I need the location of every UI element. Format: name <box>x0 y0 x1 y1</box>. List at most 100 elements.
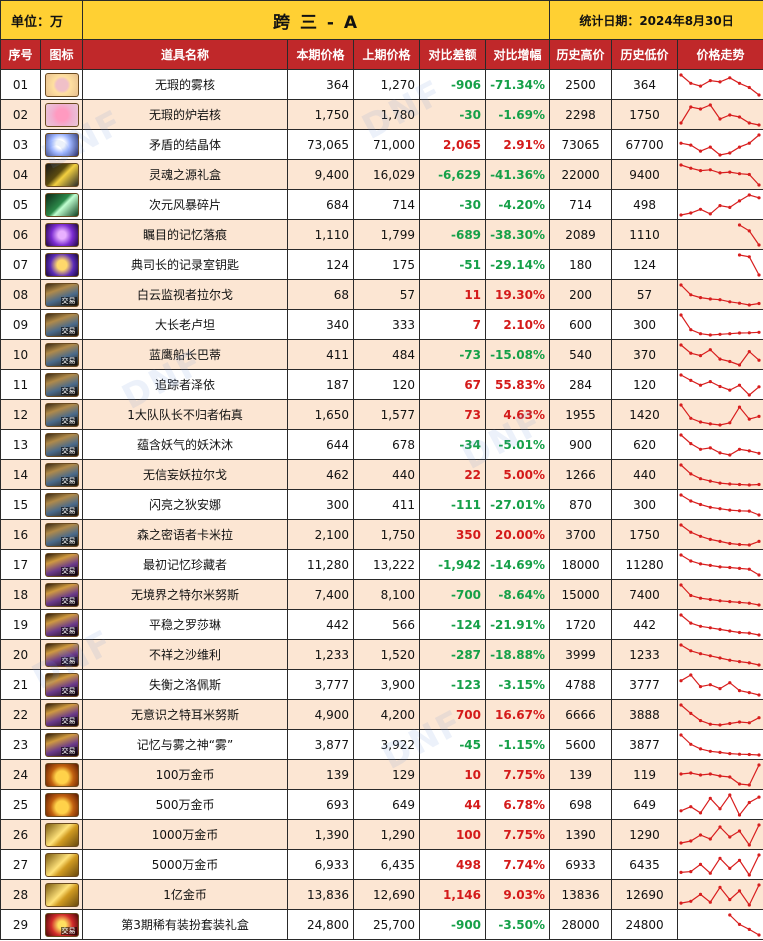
trend-point <box>747 254 751 258</box>
price-pct: -27.01% <box>485 489 551 520</box>
trend-point <box>747 631 751 635</box>
previous-price: 129 <box>353 759 421 790</box>
item-name: 1亿金币 <box>82 879 289 910</box>
trend-cell <box>677 519 763 550</box>
card-gold-icon: 交易 <box>44 612 79 637</box>
row-index: 23 <box>0 729 41 760</box>
trend-cell <box>677 639 763 670</box>
trend-cell <box>677 99 763 130</box>
row-index: 11 <box>0 369 41 400</box>
current-price: 442 <box>287 609 355 640</box>
card-gold-icon: 交易 <box>44 582 79 607</box>
table-row: 24 100万金币 139 129 10 7.75% 139 119 <box>0 759 763 790</box>
price-diff: 7 <box>419 309 487 340</box>
trend-point <box>679 840 683 845</box>
current-price: 340 <box>287 309 355 340</box>
row-index: 18 <box>0 579 41 610</box>
trade-tag: 交易 <box>60 746 77 755</box>
trend-point <box>689 292 693 296</box>
current-price: 11,280 <box>287 549 355 580</box>
price-trend-sparkline <box>679 492 761 517</box>
previous-price: 8,100 <box>353 579 421 610</box>
trend-point <box>737 659 742 663</box>
trend-point <box>698 772 703 777</box>
price-sheet: 单位：万 跨 三 - A 统计日期：2024年8月30日 序号 图标 道具名称 … <box>0 0 763 941</box>
trend-point <box>679 432 683 437</box>
trade-tag: 交易 <box>60 656 77 665</box>
trend-point <box>708 796 712 800</box>
trend-point <box>728 866 732 870</box>
current-price: 684 <box>287 189 355 220</box>
history-low: 6435 <box>611 849 679 880</box>
trend-point <box>679 552 683 557</box>
trend-point <box>747 902 751 907</box>
trend-point <box>757 195 761 199</box>
trend-point <box>747 872 751 877</box>
trend-point <box>737 145 742 149</box>
trade-tag: 交易 <box>60 566 77 575</box>
row-icon-cell <box>39 879 84 910</box>
history-high: 139 <box>549 759 613 790</box>
item-name: 白云监视者拉尔戈 <box>82 279 289 310</box>
crystal-icon <box>44 132 79 157</box>
history-low: 1110 <box>611 219 679 250</box>
trend-point <box>679 901 683 905</box>
trend-point <box>698 561 703 565</box>
price-diff: 67 <box>419 369 487 400</box>
table-row: 09 交易 大长老卢坦 340 333 7 2.10% 600 300 <box>0 309 763 340</box>
trend-cell <box>677 759 763 790</box>
trend-point <box>757 122 761 127</box>
trend-cell <box>677 489 763 520</box>
row-icon-cell: 交易 <box>39 729 84 760</box>
trend-point <box>737 81 742 85</box>
mist-core-icon <box>44 72 79 97</box>
price-trend-sparkline <box>679 852 761 877</box>
price-trend-sparkline <box>679 792 761 817</box>
trend-point <box>708 145 712 149</box>
price-pct: -5.01% <box>485 429 551 460</box>
trend-point <box>679 771 683 776</box>
row-index: 05 <box>0 189 41 220</box>
current-price: 68 <box>287 279 355 310</box>
row-icon-cell: 交易 <box>39 549 84 580</box>
current-price: 693 <box>287 789 355 820</box>
trend-line <box>680 314 760 336</box>
price-pct: -3.50% <box>485 909 551 940</box>
price-trend-sparkline <box>679 732 761 757</box>
price-diff: -73 <box>419 339 487 370</box>
trend-point <box>689 471 693 475</box>
trend-point <box>737 600 742 604</box>
trend-point <box>737 828 742 833</box>
history-low: 24800 <box>611 909 679 940</box>
table-row: 26 1000万金币 1,390 1,290 100 7.75% 1390 1290 <box>0 819 763 850</box>
history-low: 119 <box>611 759 679 790</box>
previous-price: 1,290 <box>353 819 421 850</box>
card-icon: 交易 <box>44 372 79 397</box>
gold-bar-icon <box>44 852 79 877</box>
price-trend-sparkline <box>679 132 761 157</box>
price-trend-sparkline <box>679 372 761 397</box>
price-diff: -6,629 <box>419 159 487 190</box>
price-table: 单位：万 跨 三 - A 统计日期：2024年8月30日 序号 图标 道具名称 … <box>0 0 763 940</box>
card-icon: 交易 <box>44 522 79 547</box>
row-icon-cell <box>39 249 84 280</box>
trend-point <box>708 347 712 351</box>
price-trend-sparkline <box>679 882 761 907</box>
price-trend-sparkline <box>679 72 761 97</box>
trend-point <box>679 141 683 145</box>
card-gold-icon: 交易 <box>44 672 79 697</box>
price-pct: -71.34% <box>485 69 551 100</box>
price-pct: 9.03% <box>485 879 551 910</box>
trend-point <box>718 750 722 754</box>
trend-point <box>737 688 742 692</box>
row-index: 08 <box>0 279 41 310</box>
trend-point <box>718 539 722 543</box>
price-trend-sparkline <box>679 462 761 487</box>
trend-point <box>708 682 712 686</box>
trend-cell <box>677 609 763 640</box>
col-header-diff: 对比差额 <box>419 39 487 70</box>
trend-point <box>728 508 732 512</box>
trend-point <box>747 509 751 513</box>
history-low: 3888 <box>611 699 679 730</box>
trade-tag: 交易 <box>60 476 77 485</box>
